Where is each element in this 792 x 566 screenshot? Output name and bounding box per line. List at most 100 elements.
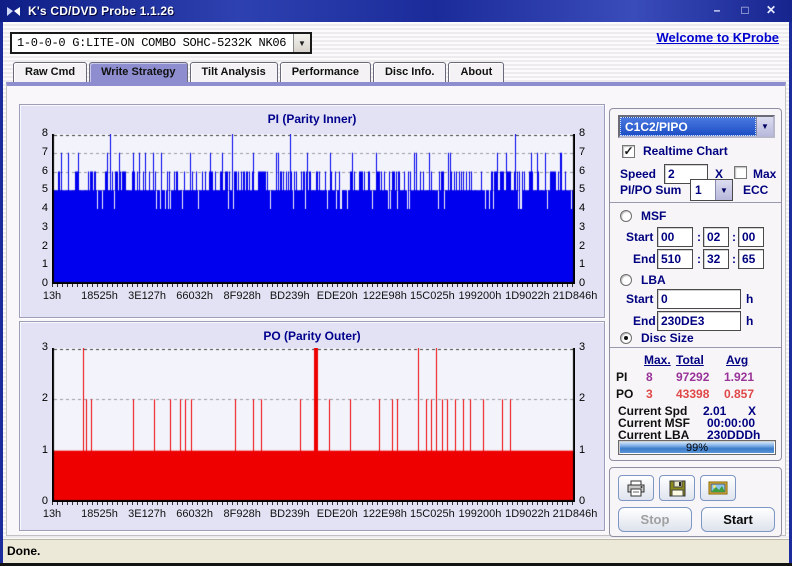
chevron-down-icon[interactable]: ▼ [293,34,310,52]
pi-chart-title: PI (Parity Inner) [267,112,357,126]
x-axis-tick-label: 1D9022h [505,508,550,520]
stats-po-max: 3 [646,387,653,401]
status-bar: Done. [3,539,789,563]
lba-radio[interactable] [620,274,632,286]
y-axis-tick-label: 1 [41,443,48,456]
msf-start-sec-input[interactable] [703,227,729,247]
titlebar: K's CD/DVD Probe 1.1.26 – □ ✕ [0,0,792,22]
lba-start-label: Start [626,292,654,306]
pipo-sum-value: 1 [695,183,702,197]
y-axis-tick-label: 2 [579,239,586,252]
chevron-down-icon[interactable]: ▼ [715,180,732,200]
x-axis-labels: 13h 18525h 3E127h 66032h 8F928h BD239h EDE20h 1… [43,290,598,303]
printer-icon [627,480,645,496]
tab-tilt-analysis[interactable]: Tilt Analysis [189,62,278,82]
mode-select[interactable]: C1C2/PIPO ▼ [618,115,775,138]
msf-radio[interactable] [620,210,632,222]
y-axis-tick-label: 1 [41,258,48,271]
y-axis-tick-label: 7 [579,145,586,158]
msf-start-frame-input[interactable] [738,227,764,247]
max-speed-checkbox[interactable] [734,166,747,179]
lba-end-hex-label: h [746,314,754,328]
msf-start-min-input[interactable] [657,227,693,247]
msf-end-frame-input[interactable] [738,249,764,269]
lba-start-hex-label: h [746,292,754,306]
stop-button[interactable]: Stop [618,507,692,532]
stats-header-total: Total [676,353,704,367]
y-axis-tick-label: 5 [579,183,586,196]
colon-separator: : [697,230,701,244]
msf-end-min-input[interactable] [657,249,693,269]
y-axis-tick-label: 2 [579,392,586,405]
disc-size-radio[interactable] [620,332,632,344]
chevron-down-icon[interactable]: ▼ [756,117,773,136]
drive-select[interactable]: 1-0-0-0 G:LITE-ON COMBO SOHC-5232K NK06 … [10,32,312,54]
close-button[interactable]: ✕ [760,2,782,19]
stats-po-label: PO [616,387,634,401]
y-axis-tick-label: 6 [579,164,586,177]
y-axis-tick-label: 8 [579,127,586,139]
x-axis-tick-label: 8F928h [223,290,261,302]
colon-separator: : [732,252,736,266]
x-axis-tick-label: 66032h [176,508,213,520]
x-axis-tick-label: 199200h [458,508,502,520]
ecc-label: ECC [743,183,769,197]
save-button[interactable] [659,475,695,501]
pi-chart-plot [52,134,575,284]
tab-disc-info[interactable]: Disc Info. [372,62,447,82]
x-axis-tick-label: 15C025h [410,290,455,302]
y-axis-tick-label: 8 [41,127,48,139]
speed-label: Speed [620,167,657,181]
stats-po-avg: 0.857 [724,387,755,401]
lba-end-input[interactable] [657,311,741,331]
po-chart-box: PO (Parity Outer) 0 0 1 1 2 2 3 3 13h 18525h 3E127… [19,321,605,531]
range-section: MSF Start : : End : : LBA Start h End [610,203,781,348]
x-axis-tick-label: 18525h [81,290,118,302]
tab-write-strategy[interactable]: Write Strategy [89,62,188,82]
stats-po-total: 43398 [676,387,710,401]
x-axis-tick-label: 8F928h [223,508,261,520]
stats-header-max: Max. [644,353,671,367]
start-button[interactable]: Start [701,507,775,532]
lba-start-input[interactable] [657,289,741,309]
pi-chart-canvas [52,134,575,284]
tab-raw-cmd[interactable]: Raw Cmd [13,62,88,82]
tab-performance[interactable]: Performance [279,62,371,82]
x-axis-tick-label: 3E127h [128,508,167,520]
lba-radio-label: LBA [641,273,666,287]
y-axis-tick-label: 0 [41,277,48,289]
y-axis-tick-label: 6 [41,164,48,177]
max-speed-label: Max [753,167,777,181]
pipo-sum-select[interactable]: 1 ▼ [690,179,733,201]
x-axis-tick-label: 21D846h [552,508,598,520]
x-axis-tick-label: 13h [42,508,62,520]
msf-end-sec-input[interactable] [703,249,729,269]
export-image-button[interactable] [700,475,736,501]
floppy-disk-icon [669,480,685,496]
y-axis-tick-label: 3 [579,341,586,353]
print-button[interactable] [618,475,654,501]
welcome-link[interactable]: Welcome to KProbe [656,30,779,45]
po-chart-plot [52,348,575,502]
x-axis-tick-label: 122E98h [362,508,407,520]
controls-panel: C1C2/PIPO ▼ ✓ Realtime Chart Speed X Max… [609,108,782,461]
maximize-button[interactable]: □ [734,2,756,19]
po-chart-title: PO (Parity Outer) [263,329,361,343]
y-axis-tick-label: 1 [579,443,586,456]
x-axis-tick-label: EDE20h [316,508,358,520]
realtime-chart-checkbox[interactable]: ✓ [622,145,635,158]
minimize-button[interactable]: – [706,2,728,19]
x-axis-tick-label: BD239h [269,508,310,520]
status-text: Done. [7,544,41,558]
realtime-chart-label: Realtime Chart [643,144,728,158]
pi-chart-box: PI (Parity Inner) 0 0 1 1 2 2 3 3 4 4 5 5 6 6 7 7 8 8 13h 1… [19,104,605,318]
x-axis-tick-label: BD239h [269,290,310,302]
x-axis-tick-marks [52,502,575,505]
colon-separator: : [697,252,701,266]
tab-about[interactable]: About [448,62,505,82]
x-axis-tick-label: 66032h [176,290,213,302]
app-icon [7,6,20,16]
mode-select-value: C1C2/PIPO [620,117,756,136]
colon-separator: : [732,230,736,244]
x-axis-tick-label: 1D9022h [505,290,550,302]
